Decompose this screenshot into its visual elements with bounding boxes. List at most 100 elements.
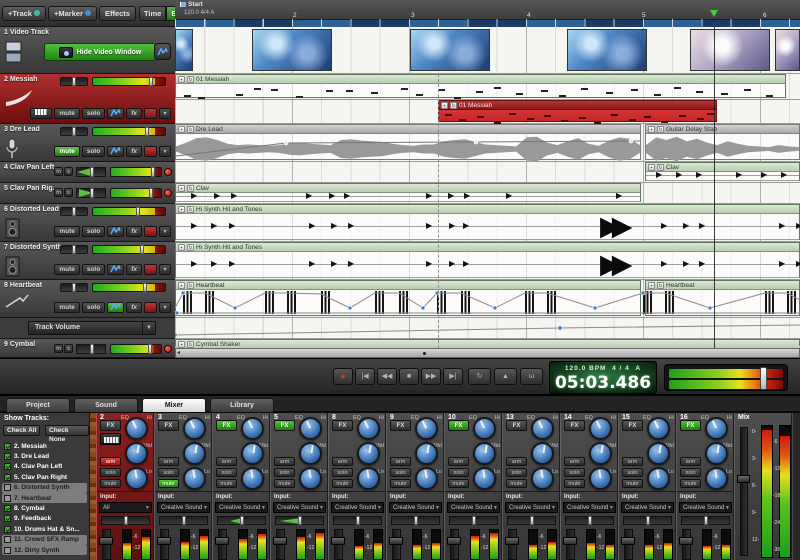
clip-mute-icon[interactable]: ▪ [648,163,655,171]
pan-slider[interactable] [60,207,88,216]
timeline-arrange-area[interactable]: ▪ ↻ 01 Messiah ▪ ↻ 01 Messiah ▪ ↻ Dre Lead ▪ ↻ Guit… [175,27,800,348]
volume-handle[interactable] [151,167,155,177]
track-header-2-messiah[interactable]: 2 Messiah mute solo fx ▾ [0,74,175,124]
volume-handle[interactable] [149,77,154,86]
fx-button[interactable]: FX [332,420,353,431]
mute-button[interactable]: mute [54,226,80,237]
eq-knob[interactable] [531,417,554,440]
automation-button[interactable] [107,302,125,313]
track-header-8-heartbeat[interactable]: 8 Heartbeat mute solo fx ▾ [0,280,175,318]
mute-button[interactable]: mute [54,146,80,157]
fx-button[interactable]: FX [622,420,643,431]
time-mode-button[interactable]: Time [138,5,167,21]
collapse-arrow-icon[interactable]: ▾ [159,108,171,119]
pan-handle[interactable] [90,188,94,198]
solo-button[interactable]: solo [680,468,701,477]
list-item[interactable]: 8. Cymbal [2,503,87,513]
fx-button[interactable]: FX [274,420,295,431]
fx-button[interactable]: fx [126,264,142,275]
clip-cymbal-shaker[interactable]: ▪ ↻ Cymbal Shaker [175,339,800,348]
list-item[interactable]: 12. Dirty Synth [2,544,87,556]
check-all-button[interactable]: Check All [3,425,41,436]
solo-button[interactable]: solo [274,468,295,477]
video-thumbnail[interactable] [175,29,193,71]
arm-button[interactable]: arm [100,457,121,466]
clip-mute-icon[interactable]: ▪ [648,125,655,133]
start-marker[interactable]: Start [180,1,203,8]
mini-mute-button[interactable]: m [54,344,63,353]
volume-slider[interactable] [110,344,162,354]
master-volume-handle[interactable] [760,367,768,390]
fx-button[interactable]: FX [448,420,469,431]
fader-handle[interactable] [157,537,171,545]
eq-knob[interactable] [357,417,380,440]
eq-knob[interactable] [415,417,438,440]
scroll-left-icon[interactable]: ◂ [177,349,180,357]
input-dropdown[interactable]: Creative Sound ▼ [621,502,674,513]
record-arm-indicator[interactable] [144,264,157,275]
pan-slider[interactable] [681,516,730,525]
eq-knob[interactable] [299,417,322,440]
solo-button[interactable]: solo [81,108,106,119]
pan-handle[interactable] [72,245,76,254]
input-dropdown[interactable]: Creative Sound ▼ [447,502,500,513]
hide-video-window-button[interactable]: Hide Video Window [44,43,156,61]
clip-dre-lead[interactable]: ▪ ↻ Dre Lead [175,124,641,162]
arm-button[interactable]: arm [390,457,411,466]
clip-mute-icon[interactable]: ▪ [178,125,185,133]
clip-mute-icon[interactable]: ▪ [178,184,185,192]
eq-knob[interactable] [589,467,612,490]
pan-handle[interactable] [72,127,76,136]
eq-knob[interactable] [531,467,554,490]
list-item[interactable]: 4. Clav Pan Left [2,462,87,472]
solo-button[interactable]: solo [158,468,179,477]
track-header-7-distorted-synth[interactable]: 7 Distorted Synth mute solo fx ▾ [0,242,175,280]
solo-button[interactable]: solo [506,468,527,477]
fader-handle[interactable] [273,537,287,545]
video-thumbnail[interactable] [410,29,490,71]
volume-slider[interactable] [110,188,162,198]
volume-handle[interactable] [139,245,144,254]
mini-solo-button[interactable]: s [64,167,73,176]
volume-handle[interactable] [136,207,141,216]
pan-handle[interactable] [90,167,94,177]
timeline-scrollbar[interactable]: ◂ [175,348,800,358]
fx-button[interactable]: fx [126,226,142,237]
solo-button[interactable]: solo [564,468,585,477]
clip-hi-synth-hit-and-tones[interactable]: ▪ ↻ Hi Synth Hit and Tones ▶ ▶ ▶ ▶ ▶ ▶ ▶ ▶ ▶ ▶ ▶ ▶ ▶ ▶ ▶▶ [175,242,800,278]
pan-slider[interactable] [565,516,614,525]
pan-slider[interactable] [275,516,324,525]
clip-loop-icon[interactable]: ↻ [187,243,194,251]
playhead-marker[interactable] [710,10,718,17]
track-checkbox[interactable] [4,494,11,502]
eq-knob[interactable] [705,417,728,440]
record-arm-indicator[interactable] [164,168,172,176]
input-dropdown[interactable]: Creative Sound ▼ [389,502,442,513]
mute-button[interactable]: mute [564,479,585,488]
fx-button[interactable]: fx [126,302,142,313]
video-thumbnail[interactable] [775,29,800,71]
mute-button[interactable]: mute [54,108,80,119]
tab-project[interactable]: Project [6,398,70,412]
loop-button[interactable]: ↻ [468,368,491,385]
go-to-end-button[interactable]: ▶| [443,368,463,385]
eq-knob[interactable] [241,442,264,465]
pan-handle[interactable] [72,77,76,86]
eq-knob[interactable] [183,467,206,490]
eq-knob[interactable] [531,442,554,465]
track-checkbox[interactable] [4,484,11,492]
input-dropdown[interactable]: Creative Sound ▼ [563,502,616,513]
track-header-track-volume[interactable]: Track Volume ▼ [0,318,175,339]
track-volume-dropdown[interactable]: Track Volume ▼ [28,321,156,335]
arm-button[interactable]: arm [448,457,469,466]
fx-button[interactable]: FX [390,420,411,431]
track-header-1-video-track[interactable]: 1 Video Track Hide Video Window [0,27,175,74]
track-header-4-clav-pan-left[interactable]: 4 Clav Pan Left m s [0,162,175,183]
input-dropdown[interactable]: Creative Sound ▼ [215,502,268,513]
clip-mute-icon[interactable]: ▪ [178,75,185,83]
pan-handle[interactable] [297,516,302,525]
clip-mute-icon[interactable]: ▪ [178,340,185,348]
eq-knob[interactable] [125,417,148,440]
mute-button[interactable]: mute [448,479,469,488]
clip-loop-icon[interactable]: ↻ [187,125,194,133]
